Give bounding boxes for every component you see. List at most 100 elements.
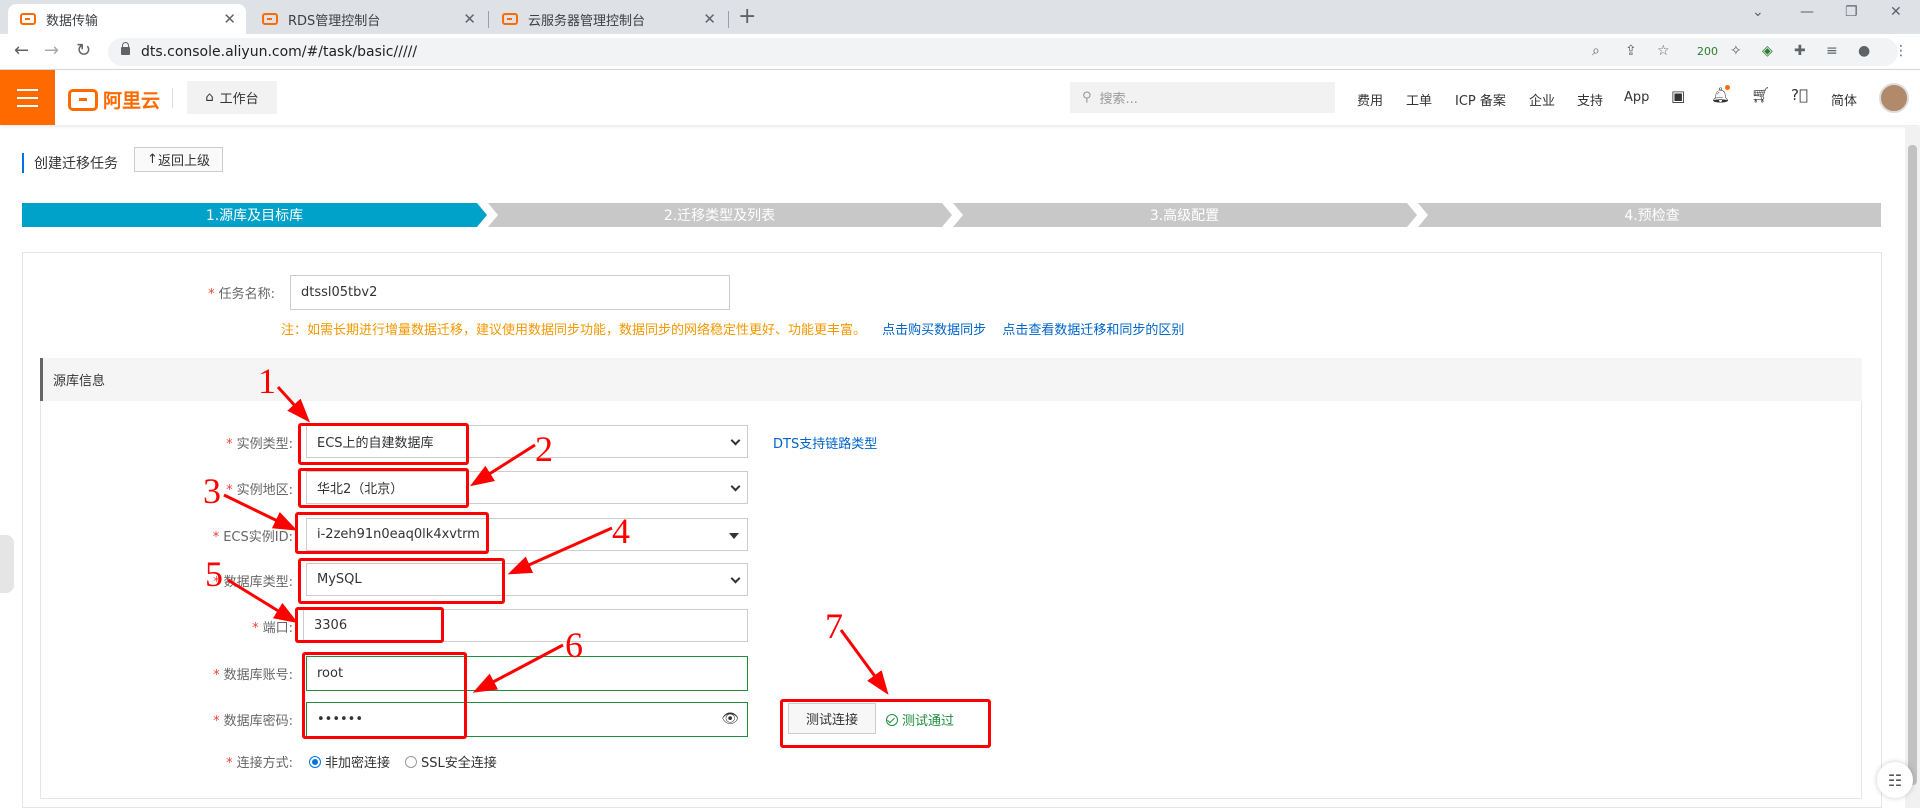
password-label: * 数据库密码: <box>213 714 293 729</box>
global-search-input[interactable]: ⚲ 搜索... <box>1070 82 1335 113</box>
chevron-down-icon <box>730 573 741 584</box>
topnav-app[interactable]: App <box>1624 90 1649 105</box>
dts-link-types-link[interactable]: DTS支持链路类型 <box>773 433 877 452</box>
side-collapse-tab[interactable] <box>0 535 14 593</box>
back-button-label: 返回上级 <box>157 154 210 169</box>
aliyun-logo[interactable]: 阿里云 <box>68 86 160 113</box>
radio-label: 非加密连接 <box>325 756 391 771</box>
divider <box>172 88 173 108</box>
annotation-box-7 <box>780 699 991 748</box>
annotation-number-4: 4 <box>612 511 630 551</box>
note-text: 注：如需长期进行增量数据迁移，建议使用数据同步功能，数据同步的网络稳定性更好、功… <box>281 323 867 338</box>
forward-arrow-icon[interactable]: → <box>44 40 59 61</box>
console-topbar: 阿里云 ⌂ 工作台 ⚲ 搜索... 费用 工单 ICP 备案 企业 支持 App… <box>0 70 1920 125</box>
aliyun-logo-icon <box>68 88 98 111</box>
step-2: 2.迁移类型及列表 <box>663 208 776 224</box>
step-1: 1.源库及目标库 <box>205 208 304 224</box>
radio-checked-icon <box>309 755 321 768</box>
close-tab-icon[interactable]: ✕ <box>703 10 716 28</box>
puzzle-icon[interactable]: ✚ <box>1794 43 1806 59</box>
extension-star-icon[interactable]: ✧ <box>1730 43 1742 59</box>
conn-method-label: * 连接方式: <box>226 756 293 771</box>
terminal-icon[interactable]: ▣ <box>1671 87 1685 105</box>
region-label: * 实例地区: <box>226 483 293 498</box>
tab-data-transfer[interactable]: 数据传输 ✕ <box>8 4 246 34</box>
profile-icon[interactable]: ● <box>1858 43 1870 59</box>
search-icon: ⚲ <box>1082 90 1092 105</box>
new-tab-icon[interactable]: + <box>738 4 756 29</box>
extension-green-icon[interactable]: ◈ <box>1762 43 1773 59</box>
vertical-scrollbar[interactable] <box>1905 127 1920 808</box>
cart-icon[interactable]: 🛒︎ <box>1751 86 1770 104</box>
radio-ssl-connection[interactable]: SSL安全连接 <box>405 752 497 771</box>
tab-rds-console[interactable]: RDS管理控制台 ✕ <box>250 4 486 34</box>
more-menu-icon[interactable]: ⋮ <box>1894 43 1908 59</box>
annotation-number-6: 6 <box>565 625 583 665</box>
language-switch[interactable]: 简体 <box>1831 90 1857 109</box>
zoom-icon[interactable]: ⌕ <box>1592 43 1600 59</box>
annotation-number-7: 7 <box>825 606 843 646</box>
extension-badge[interactable]: 200 <box>1697 45 1718 58</box>
help-icon[interactable]: ?⃝ <box>1791 86 1808 104</box>
notification-dot <box>1725 85 1730 90</box>
annotation-number-3: 3 <box>203 471 221 511</box>
chat-icon[interactable]: ☷ <box>1877 762 1913 798</box>
hamburger-menu-button[interactable] <box>0 70 55 125</box>
bookmark-star-icon[interactable]: ☆ <box>1657 43 1670 59</box>
tab-divider <box>728 11 729 28</box>
media-icon[interactable]: ≡ <box>1826 43 1838 59</box>
annotation-box-1 <box>298 423 469 465</box>
tab-ecs-console[interactable]: 云服务器管理控制台 ✕ <box>490 4 726 34</box>
topnav-support[interactable]: 支持 <box>1577 90 1603 109</box>
buy-sync-link[interactable]: 点击购买数据同步 <box>882 323 986 338</box>
close-tab-icon[interactable]: ✕ <box>223 10 236 28</box>
account-label: * 数据库账号: <box>213 668 293 683</box>
url-text[interactable]: dts.console.aliyun.com/#/task/basic///// <box>141 44 417 60</box>
radio-unchecked-icon <box>405 755 417 768</box>
eye-toggle-icon[interactable]: 👁︎ <box>721 711 739 727</box>
compare-link[interactable]: 点击查看数据迁移和同步的区别 <box>1002 323 1184 338</box>
reload-icon[interactable]: ↻ <box>76 40 91 61</box>
task-name-label: * 任务名称: <box>208 287 275 302</box>
browser-tab-bar: 数据传输 ✕ RDS管理控制台 ✕ 云服务器管理控制台 ✕ + ⌄ — ❐ ✕ <box>0 0 1920 34</box>
close-tab-icon[interactable]: ✕ <box>463 10 476 28</box>
tab-divider <box>488 11 489 28</box>
back-button[interactable]: ↑ 返回上级 <box>134 147 223 172</box>
topnav-icp[interactable]: ICP 备案 <box>1455 90 1506 109</box>
dropdown-triangle-icon <box>729 533 739 539</box>
share-icon[interactable]: ⇪ <box>1625 43 1637 59</box>
step-4: 4.预检查 <box>1624 208 1680 224</box>
tab-label: RDS管理控制台 <box>288 13 381 29</box>
restore-icon[interactable]: ❐ <box>1845 4 1858 20</box>
search-placeholder: 搜索... <box>1099 92 1138 107</box>
topnav-fees[interactable]: 费用 <box>1357 90 1383 109</box>
aliyun-favicon-icon <box>20 13 36 25</box>
topnav-tickets[interactable]: 工单 <box>1406 90 1432 109</box>
annotation-box-4 <box>298 558 505 604</box>
annotation-box-2 <box>298 468 469 508</box>
migration-note: 注：如需长期进行增量数据迁移，建议使用数据同步功能，数据同步的网络稳定性更好、功… <box>281 319 1184 338</box>
close-window-icon[interactable]: ✕ <box>1890 4 1902 20</box>
avatar[interactable] <box>1879 83 1909 113</box>
ecs-id-label: * ECS实例ID: <box>212 530 293 545</box>
annotation-number-2: 2 <box>535 429 553 469</box>
workbench-button[interactable]: ⌂ 工作台 <box>187 81 277 114</box>
task-name-input[interactable]: dtssl05tbv2 <box>290 275 730 310</box>
topnav-enterprise[interactable]: 企业 <box>1529 90 1555 109</box>
scrollbar-thumb[interactable] <box>1908 145 1917 785</box>
up-arrow-icon: ↑ <box>147 152 158 167</box>
step-3: 3.高级配置 <box>1149 208 1220 224</box>
workbench-label: 工作台 <box>219 92 259 107</box>
annotation-box-3 <box>295 512 489 554</box>
annotation-box-5 <box>295 607 444 643</box>
back-arrow-icon[interactable]: ← <box>14 40 29 61</box>
minimize-icon[interactable]: — <box>1800 4 1814 20</box>
home-icon: ⌂ <box>205 90 214 105</box>
aliyun-favicon-icon <box>262 13 278 25</box>
radio-plain-connection[interactable]: 非加密连接 <box>309 752 390 771</box>
tab-label: 数据传输 <box>46 13 99 29</box>
instance-type-label: * 实例类型: <box>226 437 293 452</box>
lock-icon[interactable] <box>121 42 130 55</box>
annotation-box-6 <box>302 652 467 739</box>
tab-search-icon[interactable]: ⌄ <box>1752 4 1764 20</box>
